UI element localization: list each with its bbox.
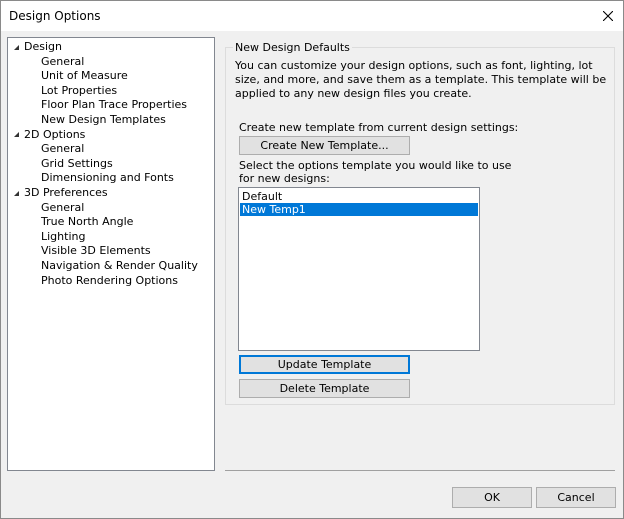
- update-template-button[interactable]: Update Template: [239, 355, 410, 374]
- template-item-default[interactable]: Default: [240, 190, 478, 203]
- close-button[interactable]: [593, 1, 623, 31]
- tree-item-navigation-render-quality[interactable]: Navigation & Render Quality: [41, 259, 198, 273]
- expand-arrow-icon[interactable]: [11, 128, 21, 142]
- tree-item-photo-rendering-options[interactable]: Photo Rendering Options: [41, 274, 178, 288]
- ok-button[interactable]: OK: [452, 487, 532, 508]
- design-options-dialog: Design Options Design General Unit of Meas…: [0, 0, 624, 519]
- tree-item-general[interactable]: General: [41, 142, 84, 156]
- description-text: You can customize your design options, s…: [235, 59, 607, 100]
- footer-divider: [225, 470, 615, 471]
- tree-item-true-north-angle[interactable]: True North Angle: [41, 215, 133, 229]
- tree-item-floor-plan-trace-properties[interactable]: Floor Plan Trace Properties: [41, 98, 187, 112]
- template-listbox[interactable]: Default New Temp1: [238, 187, 480, 351]
- expand-arrow-icon[interactable]: [11, 40, 21, 54]
- tree-item-dimensioning-and-fonts[interactable]: Dimensioning and Fonts: [41, 171, 174, 185]
- window-title: Design Options: [9, 9, 101, 23]
- tree-item-3d-preferences[interactable]: 3D Preferences: [24, 186, 108, 200]
- close-icon: [603, 11, 613, 21]
- template-item-new-temp1[interactable]: New Temp1: [240, 203, 478, 216]
- cancel-button[interactable]: Cancel: [536, 487, 616, 508]
- tree-item-grid-settings[interactable]: Grid Settings: [41, 157, 113, 171]
- tree-item-2d-options[interactable]: 2D Options: [24, 128, 85, 142]
- tree-item-visible-3d-elements[interactable]: Visible 3D Elements: [41, 244, 151, 258]
- tree-item-general[interactable]: General: [41, 201, 84, 215]
- tree-item-lighting[interactable]: Lighting: [41, 230, 85, 244]
- group-title: New Design Defaults: [233, 41, 352, 54]
- tree-item-design[interactable]: Design: [24, 40, 62, 54]
- expand-arrow-icon[interactable]: [11, 186, 21, 200]
- select-template-label-line2: for new designs:: [239, 172, 330, 185]
- delete-template-button[interactable]: Delete Template: [239, 379, 410, 398]
- title-bar: Design Options: [1, 1, 623, 31]
- tree-item-new-design-templates[interactable]: New Design Templates: [41, 113, 166, 127]
- create-new-template-button[interactable]: Create New Template...: [239, 136, 410, 155]
- options-tree[interactable]: Design General Unit of Measure Lot Properti…: [7, 37, 215, 471]
- tree-item-lot-properties[interactable]: Lot Properties: [41, 84, 117, 98]
- select-template-label-line1: Select the options template you would li…: [239, 159, 512, 172]
- create-template-label: Create new template from current design …: [239, 121, 519, 134]
- tree-item-unit-of-measure[interactable]: Unit of Measure: [41, 69, 128, 83]
- tree-item-general[interactable]: General: [41, 55, 84, 69]
